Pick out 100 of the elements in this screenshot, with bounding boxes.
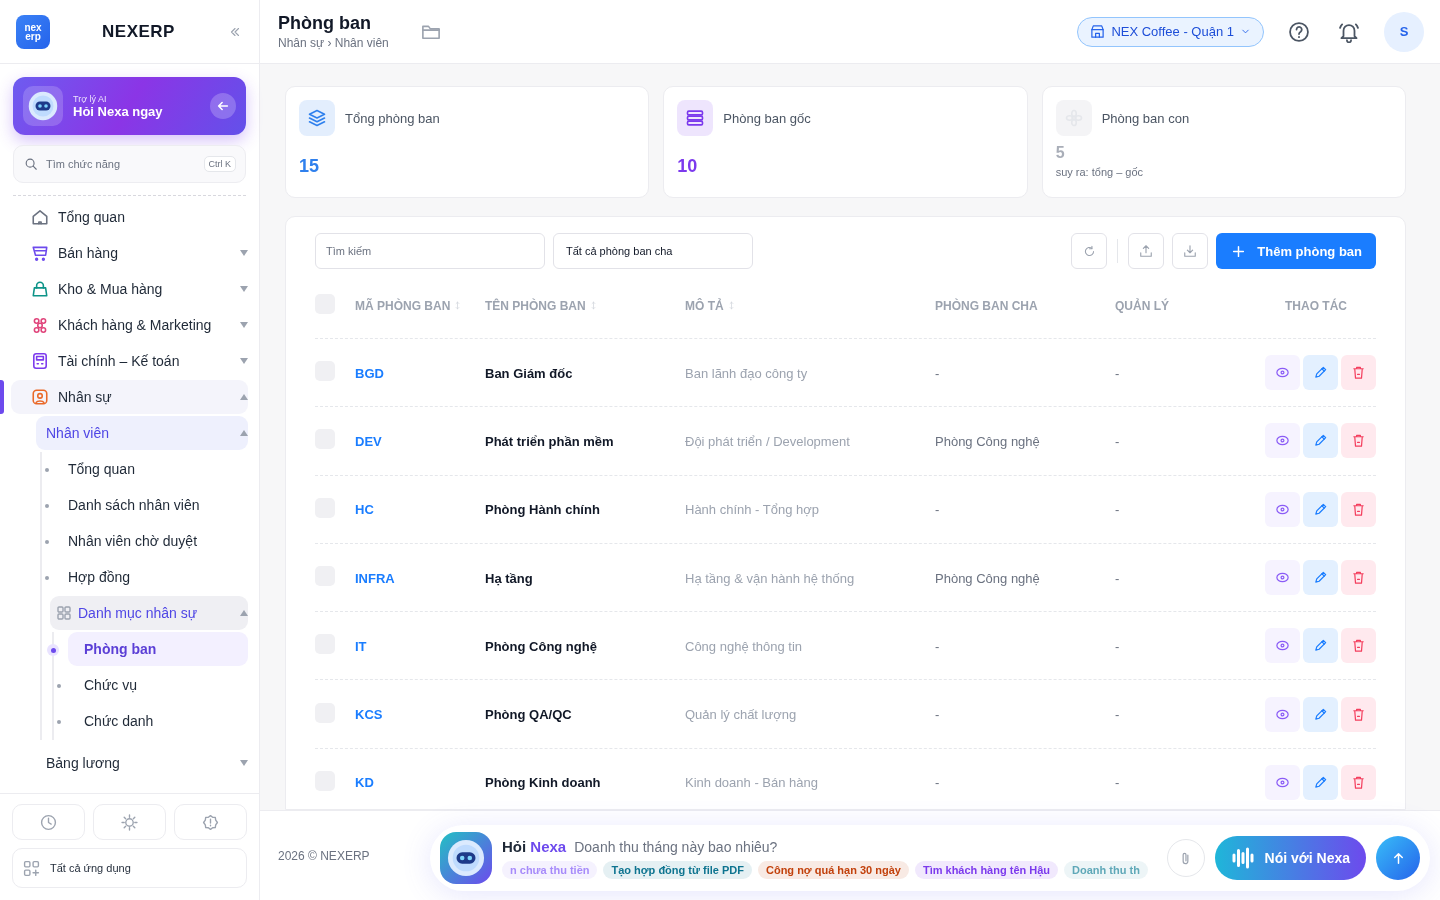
table-cell: Ban lãnh đạo công ty bbox=[685, 365, 808, 381]
nav-item[interactable]: Nhân sự bbox=[11, 380, 248, 414]
download-button[interactable] bbox=[1172, 233, 1209, 269]
edit-button[interactable] bbox=[1303, 628, 1338, 664]
send-button[interactable] bbox=[1376, 836, 1420, 880]
edit-button[interactable] bbox=[1303, 423, 1338, 459]
nav-item[interactable]: Phòng ban bbox=[68, 632, 248, 666]
nav-item[interactable]: Tổng quan bbox=[11, 200, 248, 234]
pencil-icon bbox=[1313, 365, 1328, 381]
table-cell: Quản lý chất lượng bbox=[685, 707, 797, 723]
robot-icon bbox=[447, 839, 485, 877]
attach-button[interactable] bbox=[1166, 839, 1205, 877]
delete-button[interactable] bbox=[1341, 423, 1376, 459]
theme-button[interactable] bbox=[93, 804, 166, 840]
refresh-button[interactable] bbox=[1071, 233, 1108, 269]
view-button[interactable] bbox=[1265, 764, 1300, 800]
pencil-icon bbox=[1313, 570, 1328, 586]
delete-button[interactable] bbox=[1341, 491, 1376, 527]
table-cell: Phòng Hành chính bbox=[485, 502, 600, 518]
nav-item[interactable]: Nhân viên chờ duyệt bbox=[56, 524, 248, 558]
plus-icon bbox=[1232, 244, 1246, 258]
delete-button[interactable] bbox=[1341, 628, 1376, 664]
nav-item[interactable]: Tổng quan bbox=[56, 452, 248, 486]
caret-icon bbox=[240, 358, 248, 364]
home-icon bbox=[31, 208, 49, 226]
search-icon bbox=[24, 157, 38, 171]
view-button[interactable] bbox=[1265, 423, 1300, 459]
department-code[interactable]: IT bbox=[355, 638, 367, 654]
delete-button[interactable] bbox=[1341, 764, 1376, 800]
edit-button[interactable] bbox=[1303, 560, 1338, 596]
nav-item[interactable]: Chức danh bbox=[68, 704, 248, 738]
nav-item[interactable]: Nhân viên bbox=[36, 416, 248, 450]
nav-item[interactable]: Bán hàng bbox=[11, 236, 248, 270]
edit-button[interactable] bbox=[1303, 355, 1338, 391]
delete-button[interactable] bbox=[1341, 696, 1376, 732]
column-header: THAO TÁC bbox=[1285, 298, 1347, 313]
caret-icon bbox=[240, 286, 248, 292]
table-cell: - bbox=[935, 502, 940, 518]
table-cell: - bbox=[1115, 433, 1120, 449]
voice-button[interactable]: Nói với Nexa bbox=[1214, 836, 1366, 880]
delete-button[interactable] bbox=[1341, 355, 1376, 391]
stat-value: 5 bbox=[1055, 144, 1066, 162]
shortcut-hint: Ctrl K bbox=[203, 156, 236, 172]
suggestion-chip[interactable]: Tạo hợp đồng từ file PDF bbox=[603, 860, 752, 879]
trash-icon bbox=[1351, 433, 1366, 449]
edit-button[interactable] bbox=[1303, 491, 1338, 527]
view-button[interactable] bbox=[1265, 491, 1300, 527]
view-button[interactable] bbox=[1265, 696, 1300, 732]
sort-icon bbox=[726, 301, 736, 310]
suggestion-chip[interactable]: Công nợ quá hạn 30 ngày bbox=[757, 860, 909, 879]
table-cell: Công nghệ thông tin bbox=[685, 638, 803, 654]
caret-icon bbox=[240, 610, 248, 616]
view-button[interactable] bbox=[1265, 560, 1300, 596]
store-selector[interactable]: NEX Coffee - Quận 1 bbox=[1077, 16, 1264, 47]
department-code[interactable]: INFRA bbox=[355, 570, 395, 586]
department-code[interactable]: KCS bbox=[355, 707, 383, 723]
bullet-icon bbox=[57, 684, 61, 688]
pencil-icon bbox=[1313, 774, 1328, 790]
arrow-button[interactable] bbox=[210, 93, 236, 119]
nav-item[interactable]: Hợp đồng bbox=[56, 560, 248, 594]
table-cell: Ban Giám đốc bbox=[485, 365, 573, 381]
caret-icon bbox=[240, 430, 248, 436]
table-cell: Phòng Kinh doanh bbox=[485, 775, 601, 791]
department-code[interactable]: BGD bbox=[355, 365, 384, 381]
parent-filter-dropdown[interactable]: Tất cả phòng ban cha bbox=[553, 233, 753, 269]
department-code[interactable]: DEV bbox=[355, 433, 382, 449]
edit-button[interactable] bbox=[1303, 696, 1338, 732]
stat-value: 10 bbox=[677, 156, 699, 177]
department-code[interactable]: HC bbox=[355, 502, 374, 518]
alert-button[interactable] bbox=[174, 804, 247, 840]
user-avatar[interactable]: S bbox=[1384, 11, 1424, 52]
nav-item[interactable]: Danh mục nhân sự bbox=[50, 596, 248, 630]
clock-icon bbox=[40, 813, 57, 831]
all-apps-button[interactable]: Tất cả ứng dụng bbox=[12, 848, 247, 888]
nav-item[interactable]: Bảng lương bbox=[36, 746, 248, 780]
add-button[interactable]: Thêm phòng ban bbox=[1216, 233, 1376, 269]
pencil-icon bbox=[1313, 501, 1328, 517]
suggestion-chip[interactable]: Tìm khách hàng tên Hậu bbox=[914, 860, 1059, 879]
view-button[interactable] bbox=[1265, 355, 1300, 391]
nav-item[interactable]: Tài chính – Kế toán bbox=[11, 344, 248, 378]
ai-assistant-card[interactable]: Trợ lý AI Hỏi Nexa ngay bbox=[13, 77, 246, 135]
calculator-icon bbox=[31, 352, 49, 370]
trash-icon bbox=[1351, 501, 1366, 517]
delete-button[interactable] bbox=[1341, 560, 1376, 596]
history-button[interactable] bbox=[12, 804, 85, 840]
page-title: Phòng ban bbox=[278, 13, 372, 34]
upload-button[interactable] bbox=[1128, 233, 1165, 269]
sort-icon bbox=[588, 301, 598, 310]
nav-item[interactable]: Chức vụ bbox=[68, 668, 248, 702]
nav-item[interactable]: Kho & Mua hàng bbox=[11, 272, 248, 306]
edit-button[interactable] bbox=[1303, 764, 1338, 800]
search-field[interactable]: Tìm kiếm bbox=[315, 233, 545, 269]
department-code[interactable]: KD bbox=[355, 775, 374, 791]
nav-item[interactable]: Khách hàng & Marketing bbox=[11, 308, 248, 342]
table-cell: Phát triển phần mềm bbox=[485, 433, 614, 449]
table-cell: Đội phát triển / Development bbox=[685, 433, 850, 449]
bullet-icon bbox=[45, 540, 49, 544]
nav-item[interactable]: Danh sách nhân viên bbox=[56, 488, 248, 522]
view-button[interactable] bbox=[1265, 628, 1300, 664]
sort-icon bbox=[453, 301, 463, 310]
